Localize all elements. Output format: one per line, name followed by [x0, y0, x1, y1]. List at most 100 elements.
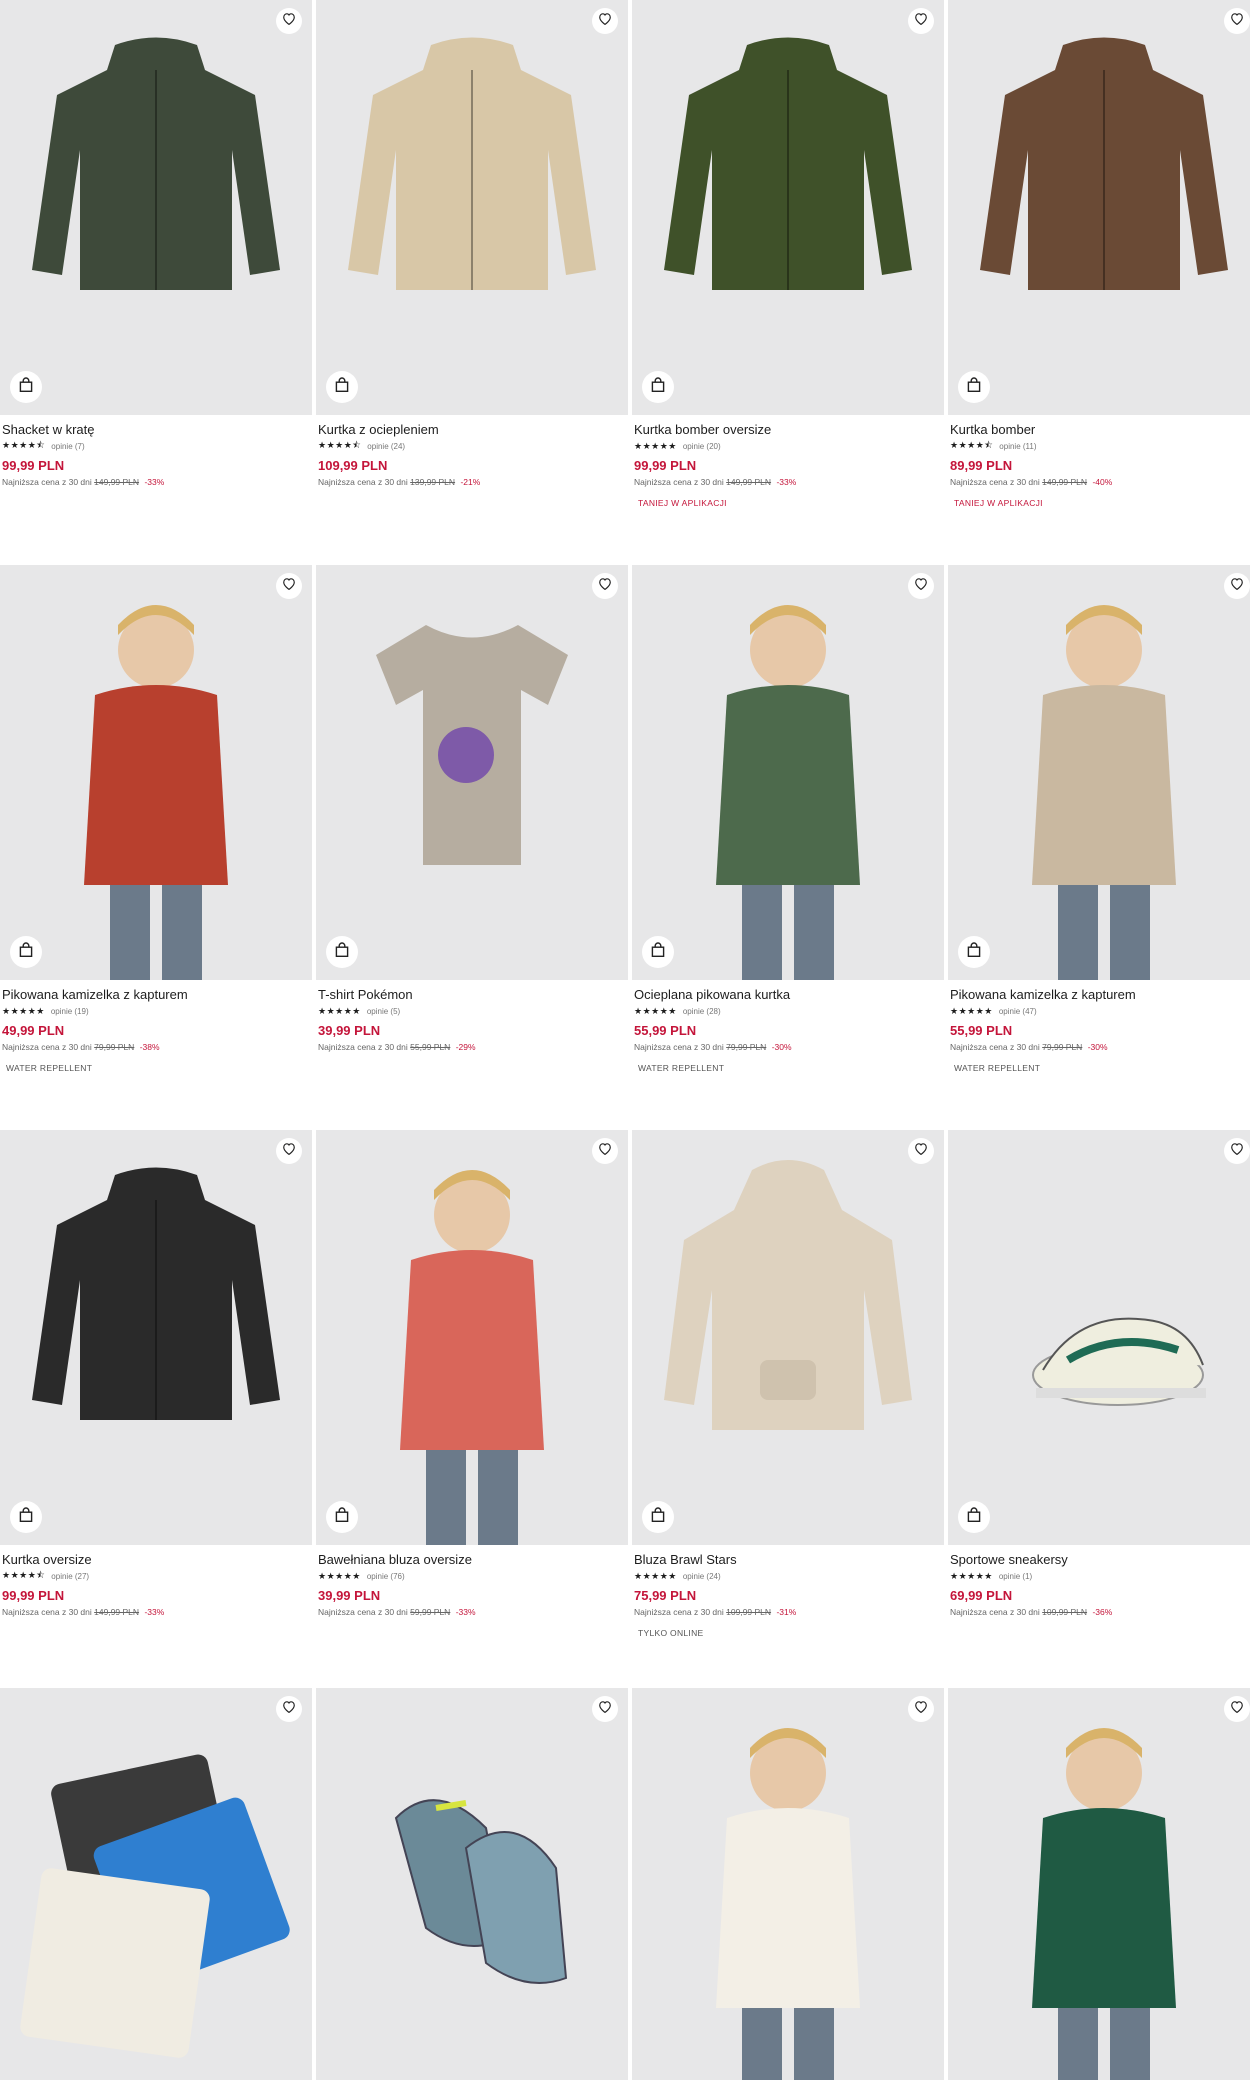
- review-count: opinie (5): [366, 1006, 401, 1016]
- product-image[interactable]: [316, 1130, 628, 1545]
- lowest-price-label: Najniższa cena z 30 dni: [950, 477, 1040, 487]
- product-card[interactable]: Shacket w kratę ★★★★⯪ opinie (7) 99,99 P…: [0, 0, 312, 489]
- add-to-wishlist-button[interactable]: [908, 1696, 934, 1722]
- product-image[interactable]: [632, 1688, 944, 2080]
- product-card[interactable]: Bluza Brawl Stars ★★★★★ opinie (24) 75,9…: [632, 1130, 944, 1639]
- product-name[interactable]: Kurtka bomber oversize: [634, 421, 942, 439]
- lowest-price-label: Najniższa cena z 30 dni: [318, 1042, 408, 1052]
- product-card[interactable]: Pikowana kamizelka z kapturem ★★★★★ opin…: [0, 565, 312, 1074]
- heart-icon: [598, 12, 612, 30]
- add-to-wishlist-button[interactable]: [1224, 1696, 1250, 1722]
- lowest-price-note: Najniższa cena z 30 dni 79,99 PLN -30%: [634, 1040, 942, 1054]
- product-name[interactable]: Sportowe sneakersy: [950, 1551, 1250, 1569]
- product-name[interactable]: Shacket w kratę: [2, 421, 310, 439]
- product-card[interactable]: T-shirt Pokémon ★★★★★ opinie (5) 39,99 P…: [316, 565, 628, 1054]
- product-card[interactable]: Kurtka bomber oversize ★★★★★ opinie (20)…: [632, 0, 944, 509]
- product-image[interactable]: [948, 1130, 1250, 1545]
- add-to-cart-button[interactable]: [958, 371, 990, 403]
- product-name[interactable]: Kurtka bomber: [950, 421, 1250, 439]
- product-card[interactable]: [0, 1688, 312, 2080]
- old-price: 79,99 PLN: [94, 1042, 135, 1052]
- shopping-bag-icon: [651, 1506, 665, 1528]
- product-card[interactable]: Bawełniana bluza oversize ★★★★★ opinie (…: [316, 1130, 628, 1619]
- product-price: 55,99 PLN: [634, 1023, 697, 1038]
- add-to-wishlist-button[interactable]: [1224, 573, 1250, 599]
- product-card[interactable]: Sportowe sneakersy ★★★★★ opinie (1) 69,9…: [948, 1130, 1250, 1619]
- product-image[interactable]: [632, 0, 944, 415]
- product-rating: ★★★★★ opinie (20): [634, 439, 942, 453]
- lowest-price-note: Najniższa cena z 30 dni 149,99 PLN -33%: [2, 475, 310, 489]
- product-image[interactable]: [948, 1688, 1250, 2080]
- product-image[interactable]: [316, 1688, 628, 2080]
- add-to-wishlist-button[interactable]: [908, 8, 934, 34]
- add-to-cart-button[interactable]: [326, 936, 358, 968]
- product-name[interactable]: Pikowana kamizelka z kapturem: [2, 986, 310, 1004]
- shopping-bag-icon: [967, 941, 981, 963]
- add-to-wishlist-button[interactable]: [908, 1138, 934, 1164]
- product-info: T-shirt Pokémon ★★★★★ opinie (5) 39,99 P…: [316, 980, 628, 1054]
- review-count: opinie (1): [998, 1571, 1033, 1581]
- add-to-wishlist-button[interactable]: [592, 1696, 618, 1722]
- add-to-cart-button[interactable]: [10, 1501, 42, 1533]
- add-to-cart-button[interactable]: [958, 1501, 990, 1533]
- add-to-cart-button[interactable]: [642, 371, 674, 403]
- product-name[interactable]: Ocieplana pikowana kurtka: [634, 986, 942, 1004]
- product-card[interactable]: [316, 1688, 628, 2080]
- add-to-wishlist-button[interactable]: [276, 1138, 302, 1164]
- add-to-wishlist-button[interactable]: [276, 573, 302, 599]
- add-to-wishlist-button[interactable]: [1224, 1138, 1250, 1164]
- product-info: Kurtka z ociepleniem ★★★★⯪ opinie (24) 1…: [316, 415, 628, 489]
- add-to-cart-button[interactable]: [326, 371, 358, 403]
- product-rating: ★★★★★ opinie (24): [634, 1569, 942, 1583]
- product-name[interactable]: Kurtka oversize: [2, 1551, 310, 1569]
- product-image[interactable]: [948, 0, 1250, 415]
- product-image[interactable]: [0, 0, 312, 415]
- add-to-wishlist-button[interactable]: [1224, 8, 1250, 34]
- product-image[interactable]: [632, 1130, 944, 1545]
- add-to-cart-button[interactable]: [642, 936, 674, 968]
- add-to-cart-button[interactable]: [326, 1501, 358, 1533]
- add-to-wishlist-button[interactable]: [592, 573, 618, 599]
- product-name[interactable]: Pikowana kamizelka z kapturem: [950, 986, 1250, 1004]
- product-image[interactable]: [0, 1130, 312, 1545]
- product-card[interactable]: Pikowana kamizelka z kapturem ★★★★★ opin…: [948, 565, 1250, 1074]
- heart-icon: [282, 1700, 296, 1718]
- heart-icon: [598, 1142, 612, 1160]
- product-tag: WATER REPELLENT: [6, 1063, 93, 1073]
- add-to-wishlist-button[interactable]: [908, 573, 934, 599]
- discount-percent: -40%: [1092, 477, 1113, 487]
- product-card[interactable]: [632, 1688, 944, 2080]
- shopping-bag-icon: [335, 941, 349, 963]
- shopping-bag-icon: [967, 376, 981, 398]
- product-image[interactable]: [316, 0, 628, 415]
- add-to-cart-button[interactable]: [10, 936, 42, 968]
- add-to-wishlist-button[interactable]: [276, 1696, 302, 1722]
- product-name[interactable]: T-shirt Pokémon: [318, 986, 626, 1004]
- product-image[interactable]: [632, 565, 944, 980]
- add-to-cart-button[interactable]: [958, 936, 990, 968]
- product-card[interactable]: Kurtka z ociepleniem ★★★★⯪ opinie (24) 1…: [316, 0, 628, 489]
- product-info: Pikowana kamizelka z kapturem ★★★★★ opin…: [0, 980, 312, 1074]
- product-image[interactable]: [948, 565, 1250, 980]
- product-price: 39,99 PLN: [318, 1023, 381, 1038]
- product-image[interactable]: [0, 1688, 312, 2080]
- product-rating: ★★★★⯪ opinie (11): [950, 439, 1250, 453]
- add-to-wishlist-button[interactable]: [592, 8, 618, 34]
- add-to-cart-button[interactable]: [642, 1501, 674, 1533]
- add-to-wishlist-button[interactable]: [276, 8, 302, 34]
- product-card[interactable]: Ocieplana pikowana kurtka ★★★★★ opinie (…: [632, 565, 944, 1074]
- product-card[interactable]: Kurtka oversize ★★★★⯪ opinie (27) 99,99 …: [0, 1130, 312, 1619]
- star-rating-icon: ★★★★★: [2, 1005, 45, 1016]
- product-card[interactable]: [948, 1688, 1250, 2080]
- product-name[interactable]: Bluza Brawl Stars: [634, 1551, 942, 1569]
- product-image[interactable]: [0, 565, 312, 980]
- lowest-price-label: Najniższa cena z 30 dni: [634, 1042, 724, 1052]
- product-card[interactable]: Kurtka bomber ★★★★⯪ opinie (11) 89,99 PL…: [948, 0, 1250, 509]
- product-name[interactable]: Bawełniana bluza oversize: [318, 1551, 626, 1569]
- product-price: 99,99 PLN: [2, 458, 65, 473]
- product-name[interactable]: Kurtka z ociepleniem: [318, 421, 626, 439]
- add-to-wishlist-button[interactable]: [592, 1138, 618, 1164]
- heart-icon: [914, 577, 928, 595]
- add-to-cart-button[interactable]: [10, 371, 42, 403]
- product-image[interactable]: [316, 565, 628, 980]
